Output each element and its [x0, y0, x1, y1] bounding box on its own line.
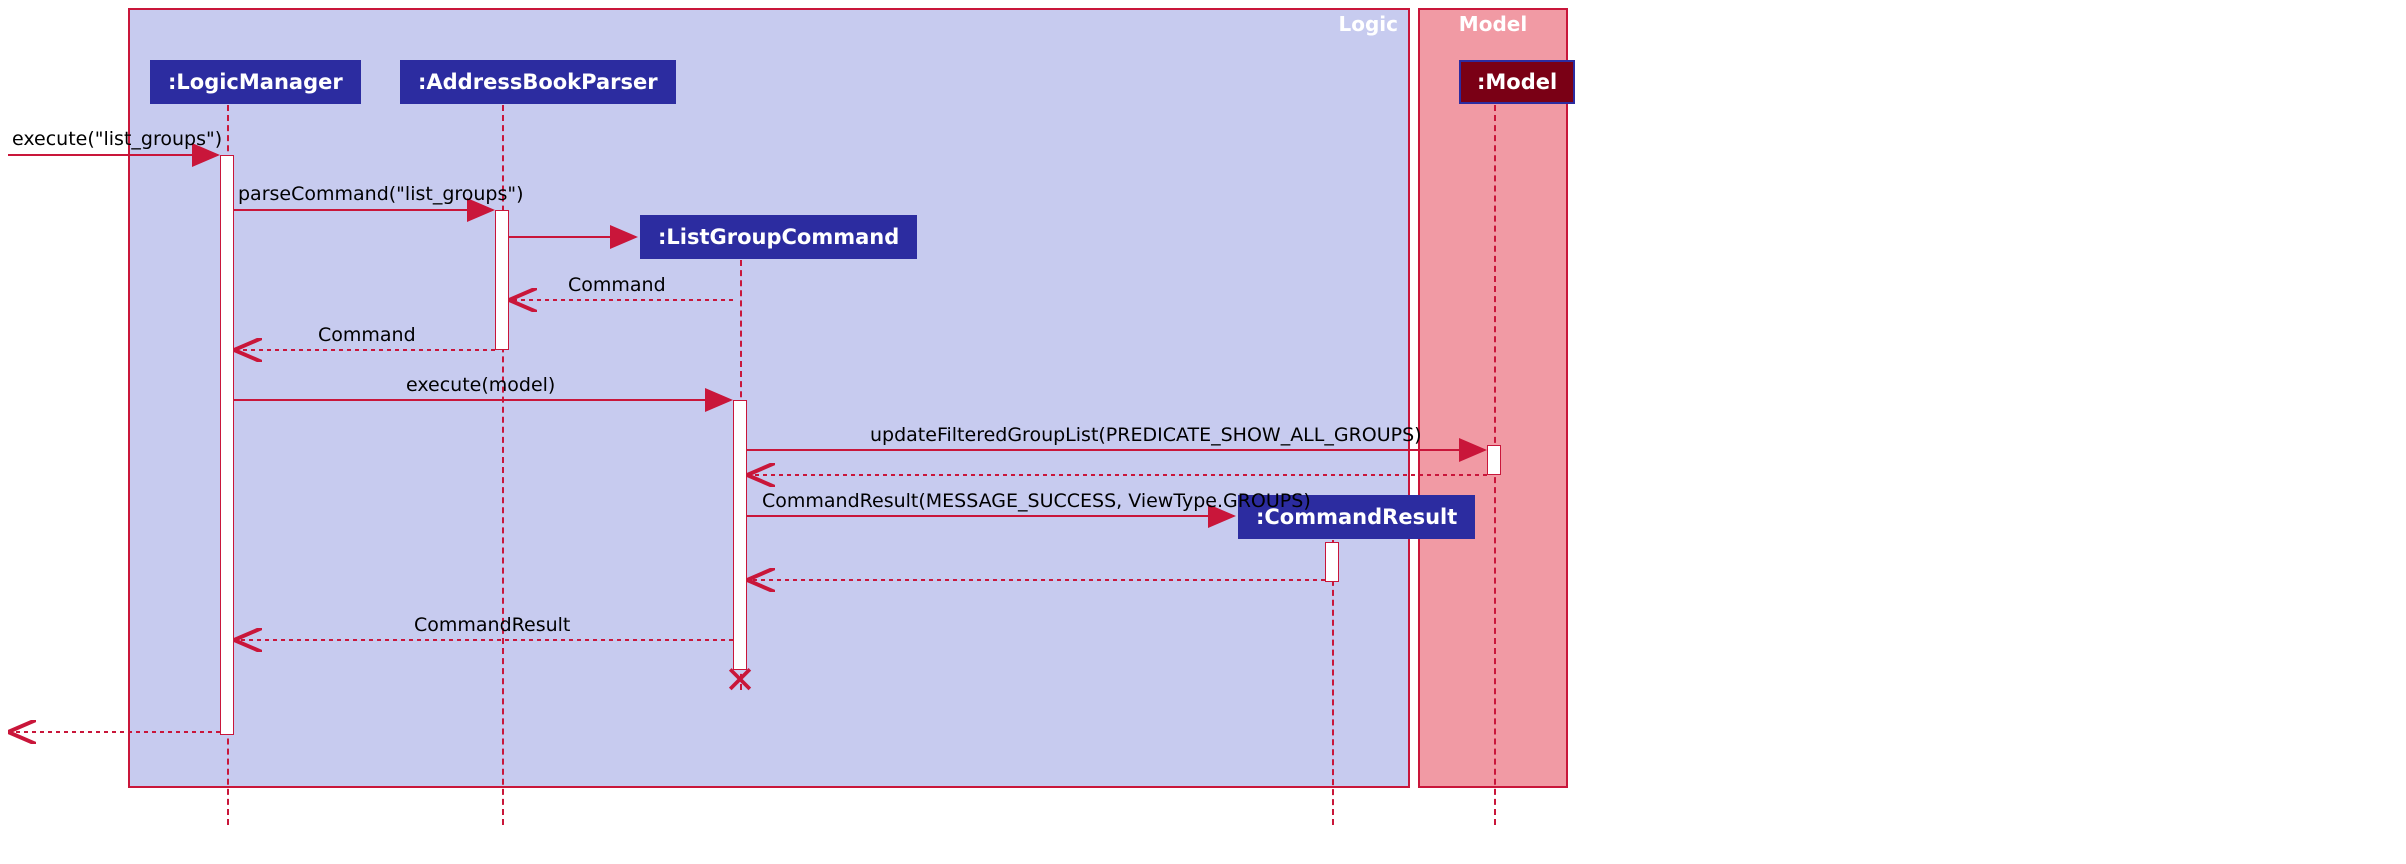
msg-execute-model: execute(model) [406, 374, 555, 396]
msg-create-command-result: CommandResult(MESSAGE_SUCCESS, ViewType.… [762, 490, 1311, 512]
destroy-icon: ✕ [724, 658, 756, 702]
msg-update-filtered-group-list: updateFilteredGroupList(PREDICATE_SHOW_A… [870, 424, 1422, 446]
msg-return-command-result: CommandResult [414, 614, 570, 636]
msg-return-command-1: Command [568, 274, 666, 296]
msg-parse-command: parseCommand("list_groups") [238, 183, 524, 205]
msg-execute-list-groups: execute("list_groups") [12, 128, 222, 150]
msg-return-command-2: Command [318, 324, 416, 346]
